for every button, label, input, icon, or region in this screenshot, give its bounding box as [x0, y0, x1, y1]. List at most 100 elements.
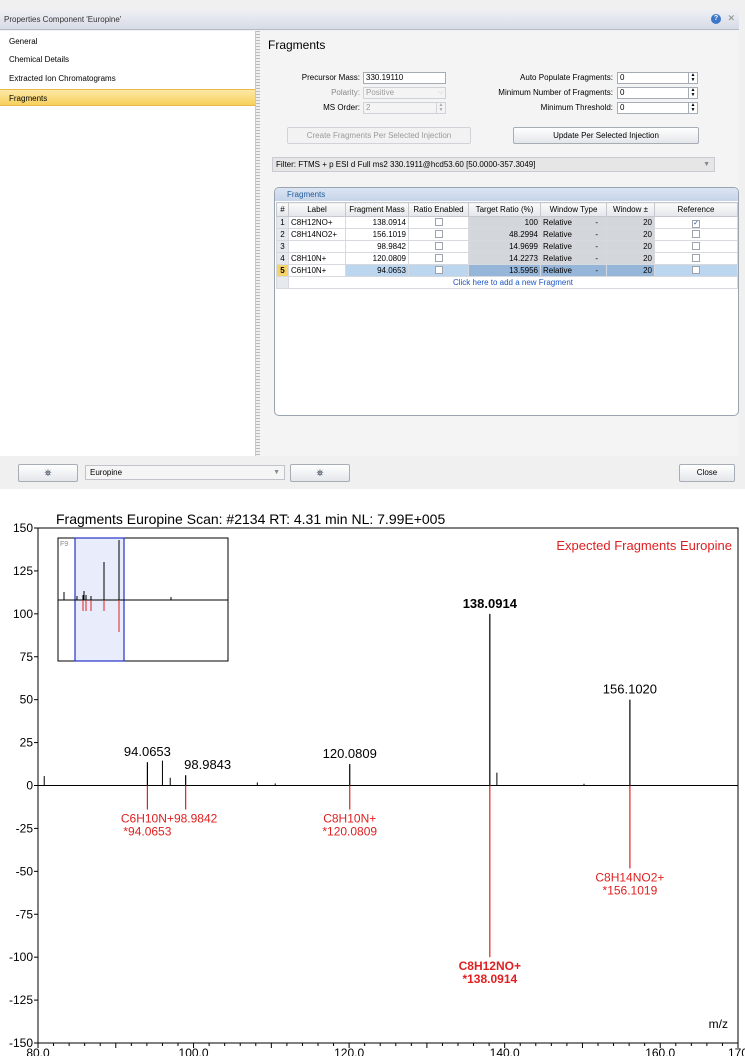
checkbox[interactable]	[434, 229, 443, 238]
spinner-icon[interactable]: ▲ ▼	[688, 73, 697, 83]
spinner-icon[interactable]: ▲ ▼	[436, 103, 445, 113]
auto-populate-field[interactable]: 0 ▲ ▼	[617, 72, 698, 84]
reference-cell[interactable]	[654, 252, 738, 265]
column-header[interactable]: Fragment Mass	[345, 202, 409, 217]
label-cell[interactable]: C8H10N+	[288, 252, 346, 265]
checkbox[interactable]	[692, 253, 700, 262]
checkbox[interactable]	[692, 265, 700, 274]
fragment-mass-cell[interactable]: 120.0809	[345, 252, 409, 265]
x-tick-label: 140.0	[490, 1046, 520, 1056]
help-icon[interactable]: ?	[711, 14, 721, 24]
table-row[interactable]: 5 C6H10N+ 94.0653 13.5956 Relative -20	[276, 264, 738, 277]
spinner-icon[interactable]: ▲ ▼	[688, 88, 697, 98]
column-header[interactable]: Window ±	[606, 202, 655, 217]
row-number[interactable]: 1	[276, 216, 289, 229]
min-fragments-field[interactable]: 0 ▲ ▼	[617, 87, 698, 99]
window-type-value: Relative	[543, 242, 572, 251]
y-tick-label: 100	[13, 607, 33, 621]
component-select[interactable]: Europine ▼	[85, 465, 285, 480]
ratio-enabled-cell[interactable]	[408, 216, 469, 229]
y-tick-label: -100	[9, 950, 33, 964]
filter-value: FTMS + p ESI d Full ms2 330.1911@hcd53.6…	[298, 160, 536, 169]
checkbox[interactable]	[692, 229, 700, 238]
window-type-dash: -	[595, 242, 598, 251]
ratio-enabled-cell[interactable]	[408, 240, 469, 253]
filter-select[interactable]: Filter: FTMS + p ESI d Full ms2 330.1911…	[272, 157, 715, 172]
fragments-panel: Fragments Precursor Mass: 330.19110 Pola…	[260, 31, 739, 456]
ms-order-field[interactable]: 2 ▲ ▼	[363, 102, 446, 114]
nav-item-fragments[interactable]: Fragments	[0, 89, 255, 106]
ratio-enabled-cell[interactable]	[408, 228, 469, 241]
fragment-mass-cell[interactable]: 156.1019	[345, 228, 409, 241]
table-row[interactable]: 3 98.9842 14.9699 Relative -20	[276, 240, 738, 253]
fragment-mass-cell[interactable]: 98.9842	[345, 240, 409, 253]
checkbox[interactable]	[434, 265, 443, 274]
reference-cell[interactable]	[654, 240, 738, 253]
y-tick-label: 0	[26, 779, 33, 793]
column-header[interactable]: Label	[288, 202, 346, 217]
auto-populate-value: 0	[620, 73, 625, 82]
spectrum-svg: Fragments Europine Scan: #2134 RT: 4.31 …	[9, 511, 745, 1056]
checkbox[interactable]	[692, 241, 700, 250]
spinner-icon[interactable]: ▲ ▼	[688, 103, 697, 113]
grid-caption: Fragments	[275, 188, 738, 201]
label-cell[interactable]	[288, 240, 346, 253]
nav-item-chemical-details[interactable]: Chemical Details	[0, 51, 255, 68]
fragment-mass-cell[interactable]: 94.0653	[345, 264, 409, 277]
ms-order-value: 2	[366, 103, 371, 112]
filter-label: Filter:	[276, 160, 296, 169]
column-header[interactable]: #	[276, 202, 289, 217]
close-button[interactable]: Close	[679, 464, 735, 482]
window-type-dash: -	[595, 230, 598, 239]
ratio-enabled-cell[interactable]	[408, 264, 469, 277]
target-ratio-cell: 14.2273	[468, 252, 541, 265]
label-cell[interactable]: C6H10N+	[288, 264, 346, 277]
reference-cell[interactable]: ✓	[654, 216, 738, 229]
checkbox[interactable]	[434, 217, 443, 226]
satellite-forward-icon-button[interactable]: ⛯	[290, 464, 350, 482]
nav-item-extracted-ion-chromatograms[interactable]: Extracted Ion Chromatograms	[0, 70, 255, 87]
satellite-icon-button[interactable]: ⛯	[18, 464, 78, 482]
nav-item-general[interactable]: General	[0, 33, 255, 50]
row-number[interactable]: 3	[276, 240, 289, 253]
add-fragment-link[interactable]: Click here to add a new Fragment	[288, 276, 738, 289]
dialog-titlebar: Properties Component 'Europine' ? ✕	[0, 10, 739, 30]
table-row[interactable]: 4 C8H10N+ 120.0809 14.2273 Relative -20	[276, 252, 738, 265]
close-icon[interactable]: ✕	[727, 13, 735, 24]
window-type-value: Relative	[543, 218, 572, 227]
create-fragments-button[interactable]: Create Fragments Per Selected Injection	[287, 127, 471, 144]
row-number[interactable]: 5	[276, 264, 289, 277]
table-row[interactable]: 2 C8H14NO2+ 156.1019 48.2994 Relative -20	[276, 228, 738, 241]
column-header[interactable]: Target Ratio (%)	[468, 202, 541, 217]
label-cell[interactable]: C8H12NO+	[288, 216, 346, 229]
reference-cell[interactable]	[654, 228, 738, 241]
chevron-down-icon: ▼	[273, 469, 280, 476]
add-fragment-row[interactable]: Click here to add a new Fragment	[276, 276, 738, 289]
y-tick-label: -25	[16, 821, 34, 835]
chart-title: Fragments Europine Scan: #2134 RT: 4.31 …	[56, 511, 445, 527]
update-injection-button[interactable]: Update Per Selected Injection	[513, 127, 699, 144]
x-tick-label: 170	[728, 1046, 745, 1056]
expected-peak-label: 98.9842	[174, 812, 218, 826]
window-type-dash: -	[595, 266, 598, 275]
precursor-mass-field[interactable]: 330.19110	[363, 72, 446, 84]
min-threshold-field[interactable]: 0 ▲ ▼	[617, 102, 698, 114]
fragment-mass-cell[interactable]: 138.0914	[345, 216, 409, 229]
row-number[interactable]: 4	[276, 252, 289, 265]
row-number[interactable]: 2	[276, 228, 289, 241]
reference-cell[interactable]	[654, 264, 738, 277]
ratio-enabled-cell[interactable]	[408, 252, 469, 265]
column-header[interactable]: Window Type	[540, 202, 607, 217]
properties-dialog: Properties Component 'Europine' ? ✕ Gene…	[0, 0, 745, 489]
checkbox[interactable]: ✓	[692, 219, 700, 228]
window-type-cell: Relative -	[540, 216, 607, 229]
min-fragments-value: 0	[620, 88, 625, 97]
checkbox[interactable]	[434, 253, 443, 262]
polarity-select[interactable]: Positive ⌵	[363, 87, 446, 99]
column-header[interactable]: Reference	[654, 202, 738, 217]
label-cell[interactable]: C8H14NO2+	[288, 228, 346, 241]
y-tick-label: 75	[20, 650, 34, 664]
table-row[interactable]: 1 C8H12NO+ 138.0914 100 Relative -20 ✓	[276, 216, 738, 229]
column-header[interactable]: Ratio Enabled	[408, 202, 469, 217]
checkbox[interactable]	[434, 241, 443, 250]
